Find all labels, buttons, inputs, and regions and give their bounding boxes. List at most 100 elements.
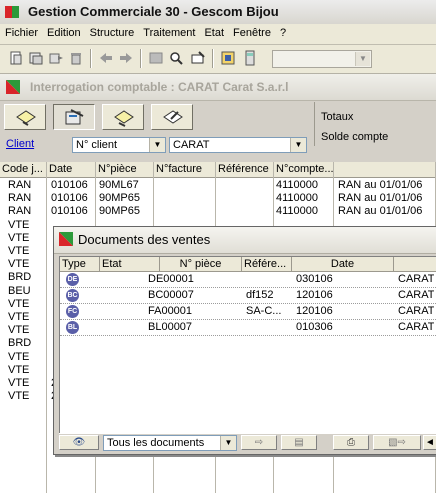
accounting-window-titlebar: Interrogation comptable : CARAT Carat S.… [0,74,436,101]
menu-fenetre[interactable]: Fenêtre [228,24,275,39]
entries-view-button[interactable] [102,104,144,130]
client-select-value: CARAT [173,139,210,151]
accounting-window-title: Interrogation comptable : CARAT Carat S.… [30,80,289,94]
table-cell: 120106 [296,305,333,317]
menu-edition[interactable]: Edition [42,24,85,39]
menu-traitement[interactable]: Traitement [138,24,199,39]
list-item[interactable]: BL BL00007 010306 CARAT [60,320,436,335]
table-cell: 030106 [296,273,333,285]
table-cell: SA-C... [246,305,282,317]
table-cell: VTE [8,390,30,403]
document-type-filter[interactable]: Tous les documents ▼ [103,435,237,451]
note-edit-icon[interactable] [190,50,206,66]
edit-icon [163,110,183,124]
table-row[interactable]: RAN 010106 90ML67 4110000 RAN au 01/01/06 [0,179,436,193]
chevron-down-icon[interactable]: ▼ [290,138,306,152]
calculator-icon[interactable] [242,50,258,66]
grid-header-cell[interactable] [334,162,436,178]
table-cell: VTE [8,297,30,310]
table-cell: RAN [8,179,32,191]
app-title: Gestion Commerciale 30 - Gescom Bijou [28,4,279,19]
table-cell: RAN au 01/01/06 [338,205,423,218]
chevron-down-icon[interactable]: ▼ [149,138,165,152]
grid-header-cell[interactable]: N°pièce [96,162,154,178]
sales-documents-grid[interactable]: Type Etat N° pièce Référe... Date DE DE00001 03… [59,256,436,433]
list-item[interactable]: DE DE00001 030106 CARAT [60,272,436,287]
grid-header-cell[interactable]: Date [47,162,96,178]
copy-document-icon[interactable] [48,50,64,66]
grid-header-cell[interactable]: Référence [216,162,274,178]
sales-documents-title: Documents des ventes [78,232,211,247]
toolbar-separator [212,49,214,68]
table-cell: RAN [8,192,32,205]
table-cell: VTE [8,231,30,244]
table-cell: CARAT [398,321,435,333]
grid-header-cell[interactable]: Référe... [242,257,292,272]
menu-help[interactable]: ? [275,24,290,39]
print-preview-icon[interactable]: ▤ [281,435,317,450]
grid-header-cell[interactable]: N°facture [154,162,216,178]
grid-header-cell[interactable]: N° pièce [160,257,242,272]
new-document-icon[interactable] [8,50,24,66]
ledger-icon [16,110,36,126]
grid-header-cell[interactable]: Type [60,257,100,272]
search-icon[interactable] [168,50,184,66]
table-cell: VTE [8,311,30,323]
table-cell: 90MP65 [99,192,140,205]
table-cell: BL00007 [148,321,193,333]
title-bar: Gestion Commerciale 30 - Gescom Bijou [0,0,436,25]
balance-label: Solde compte [321,131,389,143]
table-cell: 120106 [296,289,333,301]
app-logo-icon [5,6,19,18]
menu-structure[interactable]: Structure [85,24,139,39]
grid-header-cell[interactable]: Date [292,257,394,272]
scroll-left-icon[interactable]: ◄ [423,435,436,450]
table-cell: 90ML67 [99,179,139,191]
print-icon[interactable]: ⎙ [333,435,369,450]
table-row[interactable]: RAN 010106 90MP65 4110000 RAN au 01/01/06 [0,192,436,206]
table-cell: VTE [8,363,30,376]
list-item[interactable]: BC BC00007 df152 120106 CARAT [60,288,436,303]
table-cell: 90MP65 [99,205,140,218]
table-cell: VTE [8,324,30,337]
previous-arrow-icon[interactable] [98,50,114,66]
sales-documents-titlebar[interactable]: Documents des ventes [54,227,436,254]
toolbar-separator [90,49,92,68]
chevron-down-icon[interactable]: ▼ [220,436,236,450]
window-icon [59,232,73,246]
ledger-view-button[interactable] [4,104,46,130]
grid-header-cell[interactable] [394,257,436,272]
table-row[interactable]: RAN 010106 90MP65 4110000 RAN au 01/01/06 [0,205,436,219]
open-document-icon[interactable] [28,50,44,66]
totals-label: Totaux [321,111,354,123]
table-cell: CARAT [398,289,435,301]
grid-header-cell[interactable]: Code j... [0,162,47,178]
table-cell: CARAT [398,305,435,317]
edit-entry-button[interactable] [151,104,193,130]
grid-icon[interactable] [148,50,164,66]
export-icon[interactable]: ▧⇨ [373,435,421,450]
transform-document-icon[interactable]: ⇨ [241,435,277,450]
grid-header-cell[interactable]: N°compte... [274,162,334,178]
totals-panel: Totaux Solde compte [314,102,436,146]
client-link[interactable]: Client [6,138,34,150]
table-cell: VTE [8,218,30,231]
table-cell: VTE [8,258,30,271]
delete-icon[interactable] [68,50,84,66]
next-arrow-icon[interactable] [118,50,134,66]
menu-etat[interactable]: Etat [199,24,228,39]
grid-header-cell[interactable]: Etat [100,257,160,272]
menu-fichier[interactable]: Fichier [0,24,42,39]
table-cell: BC00007 [148,289,194,301]
module-icon[interactable] [220,50,236,66]
table-cell: 4110000 [276,179,319,191]
document-type-badge-icon: BC [66,289,79,302]
table-cell: RAN au 01/01/06 [338,179,423,191]
list-item[interactable]: FC FA00001 SA-C... 120106 CARAT [60,304,436,319]
document-type-filter-value: Tous les documents [107,437,205,449]
row-divider [60,335,436,336]
account-view-button[interactable] [53,104,95,130]
filter-field-select[interactable]: N° client ▼ [72,137,166,153]
client-select[interactable]: CARAT ▼ [169,137,307,153]
binoculars-search-icon[interactable]: 👁 [59,435,99,450]
